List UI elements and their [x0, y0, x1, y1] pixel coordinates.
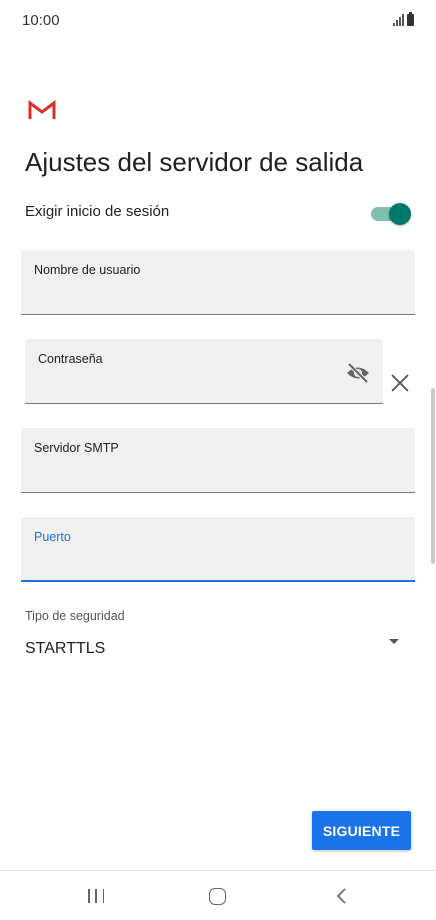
signal-icon: [393, 14, 404, 26]
navigation-bar: [0, 870, 436, 920]
login-required-toggle[interactable]: [371, 202, 411, 225]
gmail-logo: [28, 100, 56, 119]
security-type-label: Tipo de seguridad: [25, 609, 125, 623]
port-label: Puerto: [34, 530, 71, 544]
smtp-server-label: Servidor SMTP: [34, 441, 119, 455]
visibility-off-icon[interactable]: [346, 363, 370, 383]
smtp-server-field[interactable]: Servidor SMTP: [21, 428, 415, 493]
recents-icon[interactable]: [88, 889, 104, 903]
password-label: Contraseña: [38, 352, 103, 366]
back-icon[interactable]: [334, 887, 348, 905]
toggle-thumb: [389, 203, 411, 225]
status-time: 10:00: [22, 12, 60, 29]
security-type-dropdown[interactable]: Tipo de seguridad STARTTLS: [25, 604, 415, 664]
login-required-row: Exigir inicio de sesión: [25, 198, 411, 228]
dropdown-arrow-icon: [389, 639, 399, 644]
scrollbar[interactable]: [431, 388, 435, 564]
clear-icon[interactable]: [389, 372, 411, 394]
login-required-label: Exigir inicio de sesión: [25, 203, 170, 220]
password-field[interactable]: Contraseña: [25, 339, 383, 404]
status-bar: 10:00: [0, 0, 436, 44]
username-label: Nombre de usuario: [34, 263, 141, 277]
page-title: Ajustes del servidor de salida: [25, 147, 364, 177]
username-field[interactable]: Nombre de usuario: [21, 250, 415, 315]
battery-icon: [407, 12, 414, 26]
security-type-value: STARTTLS: [25, 640, 106, 657]
home-icon[interactable]: [209, 888, 226, 905]
status-icons: [393, 12, 414, 26]
next-button[interactable]: SIGUIENTE: [312, 811, 411, 850]
port-field[interactable]: Puerto: [21, 517, 415, 582]
